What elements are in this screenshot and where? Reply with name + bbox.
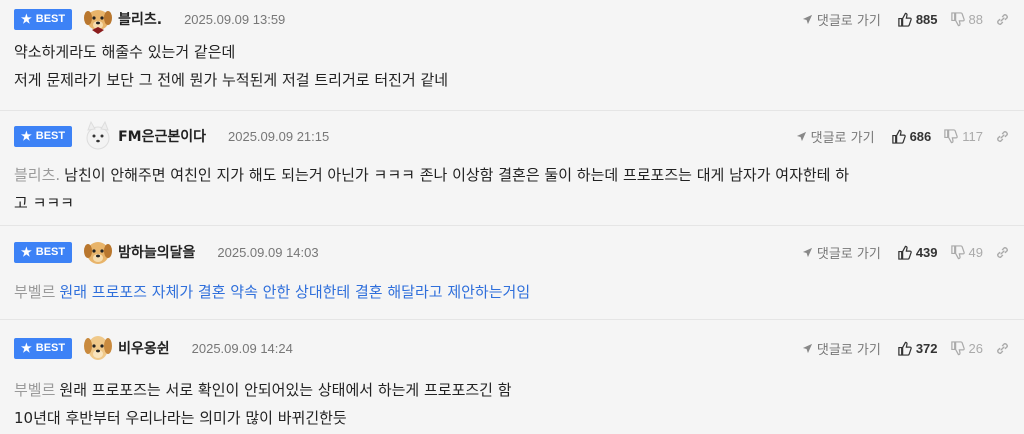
dislike-count: 88: [968, 11, 983, 27]
reply-mention[interactable]: 부벨르: [14, 381, 55, 399]
go-to-reply-label: 댓글로 가기: [810, 130, 875, 146]
go-to-reply-label: 댓글로 가기: [816, 342, 881, 358]
puppy-icon[interactable]: [82, 236, 114, 268]
comment-date: 2025.09.09 21:15: [228, 128, 330, 144]
best-badge-label: BEST: [35, 342, 66, 354]
send-arrow-icon: [802, 247, 812, 257]
like-button[interactable]: 885: [897, 12, 938, 27]
go-to-reply-button[interactable]: 댓글로 가기: [802, 10, 881, 29]
dislike-button[interactable]: 49: [950, 245, 983, 260]
reply-mention[interactable]: 부벨르: [14, 283, 55, 301]
dislike-count: 49: [968, 244, 983, 260]
go-to-reply-button[interactable]: 댓글로 가기: [802, 339, 881, 358]
comment-line-text: 원래 프로포즈 자체가 결혼 약속 안한 상대한테 결혼 해달라고 제안하는거임: [59, 283, 531, 301]
star-icon: ★: [21, 245, 32, 259]
go-to-reply-button[interactable]: 댓글로 가기: [796, 127, 875, 146]
go-to-reply-button[interactable]: 댓글로 가기: [802, 243, 881, 262]
link-icon: [997, 13, 1008, 25]
best-badge: ★ BEST: [14, 125, 73, 147]
link-icon: [997, 246, 1008, 258]
comment-date: 2025.09.09 14:03: [217, 244, 319, 260]
comment-nickname[interactable]: 블리츠.: [118, 9, 162, 29]
puppy-icon[interactable]: [82, 3, 114, 35]
comment-body: 약소하게라도 해줄수 있는거 같은데 저게 문제라기 보단 그 전에 뭔가 누적…: [14, 38, 1010, 94]
thumbs-up-icon: [898, 245, 912, 260]
link-icon: [997, 130, 1008, 142]
copy-link-button[interactable]: [995, 129, 1010, 144]
star-icon: ★: [21, 341, 32, 355]
go-to-reply-label: 댓글로 가기: [816, 246, 881, 262]
best-badge-label: BEST: [35, 13, 66, 25]
white-dog-icon[interactable]: [82, 120, 114, 152]
send-arrow-icon: [802, 14, 812, 24]
comment-header: ★ BEST FM은근본이다 2025.09.09 21:15 댓글로 가기 6…: [14, 111, 1010, 161]
thumbs-down-icon: [944, 128, 959, 143]
puppy-icon[interactable]: [82, 332, 114, 364]
thumbs-down-icon: [950, 11, 965, 26]
comment-date: 2025.09.09 13:59: [184, 11, 286, 27]
dislike-button[interactable]: 88: [950, 12, 983, 27]
go-to-reply-label: 댓글로 가기: [816, 13, 881, 29]
comment-body: 블리츠. 남친이 안해주면 여친인 지가 해도 되는거 아닌가 ㅋㅋㅋ 존나 이상…: [14, 161, 1010, 217]
best-badge: ★ BEST: [14, 241, 73, 263]
comment-body: 부벨르 원래 프로포즈 자체가 결혼 약속 안한 상대한테 결혼 해달라고 제안하…: [14, 278, 1010, 306]
comment-line: 고 ㅋㅋㅋ: [14, 194, 74, 212]
comment-line-text: 원래 프로포즈는 서로 확인이 안되어있는 상태에서 하는게 프로포즈긴 함: [59, 381, 512, 399]
thumbs-down-icon: [950, 340, 965, 355]
comment-line: 약소하게라도 해줄수 있는거 같은데: [14, 43, 236, 61]
best-badge: ★ BEST: [14, 337, 73, 359]
dislike-count: 26: [968, 340, 983, 356]
comment-line: 저게 문제라기 보단 그 전에 뭔가 누적된게 저걸 트리거로 터진거 같네: [14, 71, 449, 89]
thumbs-up-icon: [898, 341, 912, 356]
send-arrow-icon: [802, 343, 812, 353]
send-arrow-icon: [796, 131, 806, 141]
comment-nickname[interactable]: 밤하늘의달을: [118, 242, 195, 262]
comment-header: ★ BEST 비우옹쉰 2025.09.09 14:24 댓글로 가기 372 …: [14, 320, 1010, 376]
like-count: 686: [909, 128, 932, 144]
star-icon: ★: [21, 12, 32, 26]
comment-item: ★ BEST FM은근본이다 2025.09.09 21:15 댓글로 가기 6…: [0, 111, 1024, 226]
like-button[interactable]: 686: [891, 128, 932, 144]
copy-link-button[interactable]: [995, 341, 1010, 356]
thumbs-up-icon: [898, 12, 912, 27]
thumbs-down-icon: [950, 244, 965, 259]
comment-item: ★ BEST 밤하늘의달을 2025.09.09 14:03 댓글로 가기 43…: [0, 226, 1024, 320]
comment-date: 2025.09.09 14:24: [191, 340, 293, 356]
like-button[interactable]: 439: [897, 245, 938, 260]
like-count: 439: [915, 244, 938, 260]
dislike-button[interactable]: 117: [943, 129, 983, 144]
comment-header: ★ BEST 밤하늘의달을 2025.09.09 14:03 댓글로 가기 43…: [14, 226, 1010, 278]
best-badge-label: BEST: [35, 130, 66, 142]
best-badge-label: BEST: [35, 246, 66, 258]
like-button[interactable]: 372: [897, 341, 938, 356]
comment-line: 10년대 후반부터 우리나라는 의미가 많이 바뀌긴한듯: [14, 409, 347, 427]
like-count: 885: [915, 11, 938, 27]
copy-link-button[interactable]: [995, 245, 1010, 260]
thumbs-up-icon: [891, 129, 906, 144]
comment-line: 부벨르 원래 프로포즈는 서로 확인이 안되어있는 상태에서 하는게 프로포즈긴 …: [14, 376, 996, 404]
best-comment-list: ★ BEST 블리츠. 2025.09.09 13:59 댓글로 가기 885 …: [0, 0, 1024, 434]
comment-nickname[interactable]: 비우옹쉰: [118, 338, 170, 358]
comment-body: 부벨르 원래 프로포즈는 서로 확인이 안되어있는 상태에서 하는게 프로포즈긴 …: [14, 376, 1010, 432]
dislike-count: 117: [962, 128, 983, 144]
comment-actions: 댓글로 가기 686 117: [796, 127, 1010, 146]
comment-line: 블리츠. 남친이 안해주면 여친인 지가 해도 되는거 아닌가 ㅋㅋㅋ 존나 이상…: [14, 161, 996, 189]
comment-header: ★ BEST 블리츠. 2025.09.09 13:59 댓글로 가기 885 …: [14, 0, 1010, 38]
comment-line-text: 남친이 안해주면 여친인 지가 해도 되는거 아닌가 ㅋㅋㅋ 존나 이상함 결혼…: [64, 166, 850, 184]
comment-actions: 댓글로 가기 885 88: [802, 10, 1010, 29]
best-badge: ★ BEST: [14, 8, 73, 30]
copy-link-button[interactable]: [995, 12, 1010, 27]
dislike-button[interactable]: 26: [950, 341, 983, 356]
star-icon: ★: [21, 129, 32, 143]
reply-mention[interactable]: 블리츠.: [14, 166, 60, 184]
link-icon: [997, 342, 1008, 354]
comment-actions: 댓글로 가기 439 49: [802, 243, 1010, 262]
like-count: 372: [915, 340, 938, 356]
comment-line: 부벨르 원래 프로포즈 자체가 결혼 약속 안한 상대한테 결혼 해달라고 제안하…: [14, 278, 996, 306]
comment-item: ★ BEST 비우옹쉰 2025.09.09 14:24 댓글로 가기 372 …: [0, 320, 1024, 434]
comment-item: ★ BEST 블리츠. 2025.09.09 13:59 댓글로 가기 885 …: [0, 0, 1024, 111]
comment-actions: 댓글로 가기 372 26: [802, 339, 1010, 358]
comment-nickname[interactable]: FM은근본이다: [118, 126, 206, 146]
